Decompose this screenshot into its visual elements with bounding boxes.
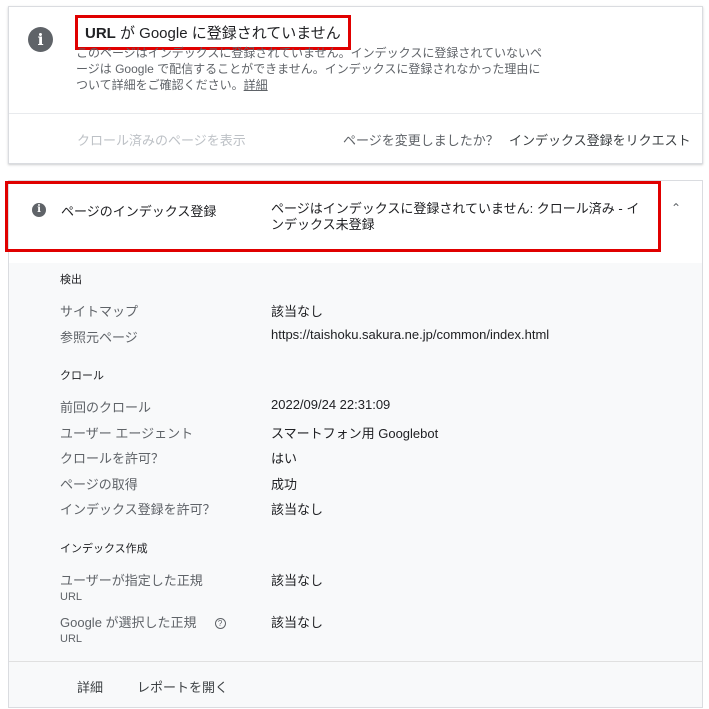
referring-page-label: 参照元ページ xyxy=(60,330,138,345)
coverage-panel: i ページのインデックス登録 ページはインデックスに登録されていません: クロー… xyxy=(5,180,703,708)
coverage-status: ページはインデックスに登録されていません: クロール済み - インデックス未登録 xyxy=(271,201,640,232)
google-canonical-label-sub: URL xyxy=(60,633,83,645)
google-canonical-label-text: Google が選択した正規 xyxy=(60,615,197,630)
google-canonical-label: Google が選択した正規? URL xyxy=(60,612,226,645)
request-indexing-button[interactable]: インデックス登録をリクエスト xyxy=(509,130,691,149)
view-crawled-page-button[interactable]: クロール済みのページを表示 xyxy=(77,130,246,149)
crawl-allowed-label: クロールを許可？ xyxy=(60,451,165,466)
user-agent-label: ユーザー エージェント xyxy=(60,426,194,441)
status-description: このページはインデックスに登録されていません。インデックスに登録されていないペー… xyxy=(76,45,546,93)
footer-divider xyxy=(9,661,702,662)
user-canonical-value: 該当なし xyxy=(271,573,324,588)
user-canonical-label: ユーザーが指定した正規 URL xyxy=(60,570,203,603)
details-button[interactable]: 詳細 xyxy=(77,677,103,696)
info-icon: i xyxy=(32,203,46,217)
help-icon[interactable]: ? xyxy=(214,618,226,630)
crawl-allowed-value: はい xyxy=(271,451,298,466)
indexing-allowed-value: 該当なし xyxy=(271,502,324,517)
title-main: が Google に登録されていません xyxy=(115,25,341,42)
google-canonical-value: 該当なし xyxy=(271,615,324,630)
open-report-button[interactable]: レポートを開く xyxy=(137,677,228,696)
title-prefix: URL xyxy=(85,25,116,42)
sitemap-label: サイトマップ xyxy=(60,304,139,319)
page-changed-question: ページを変更しましたか？ xyxy=(343,133,499,148)
chevron-up-icon[interactable]: ⌃ xyxy=(669,201,683,215)
coverage-title: ページのインデックス登録 xyxy=(61,204,217,219)
user-agent-value: スマートフォン用 Googlebot xyxy=(271,426,439,441)
user-canonical-label-text: ユーザーが指定した正規 xyxy=(60,573,203,588)
section-crawl-heading: クロール xyxy=(60,370,104,382)
card-actions: クロール済みのページを表示 ページを変更しましたか？ インデックス登録をリクエス… xyxy=(9,114,702,164)
details-link[interactable]: 詳細 xyxy=(244,78,268,92)
indexing-allowed-label: インデックス登録を許可？ xyxy=(60,502,216,517)
last-crawl-label: 前回のクロール xyxy=(60,400,152,415)
last-crawl-value: 2022/09/24 22:31:09 xyxy=(271,397,391,412)
url-status-card: i URL が Google に登録されていません このページはインデックスに登… xyxy=(8,6,703,164)
page-fetch-value: 成功 xyxy=(271,477,298,492)
info-icon: i xyxy=(28,27,53,52)
section-indexing-heading: インデックス作成 xyxy=(60,543,148,555)
user-canonical-label-sub: URL xyxy=(60,591,83,603)
referring-page-value[interactable]: https://taishoku.sakura.ne.jp/common/ind… xyxy=(271,327,549,342)
coverage-accordion-header[interactable]: i ページのインデックス登録 ページはインデックスに登録されていません: クロー… xyxy=(5,181,702,263)
section-discovery-heading: 検出 xyxy=(60,274,82,286)
page-fetch-label: ページの取得 xyxy=(60,477,138,492)
sitemap-value: 該当なし xyxy=(271,304,324,319)
description-text: このページはインデックスに登録されていません。インデックスに登録されていないペー… xyxy=(76,46,542,92)
